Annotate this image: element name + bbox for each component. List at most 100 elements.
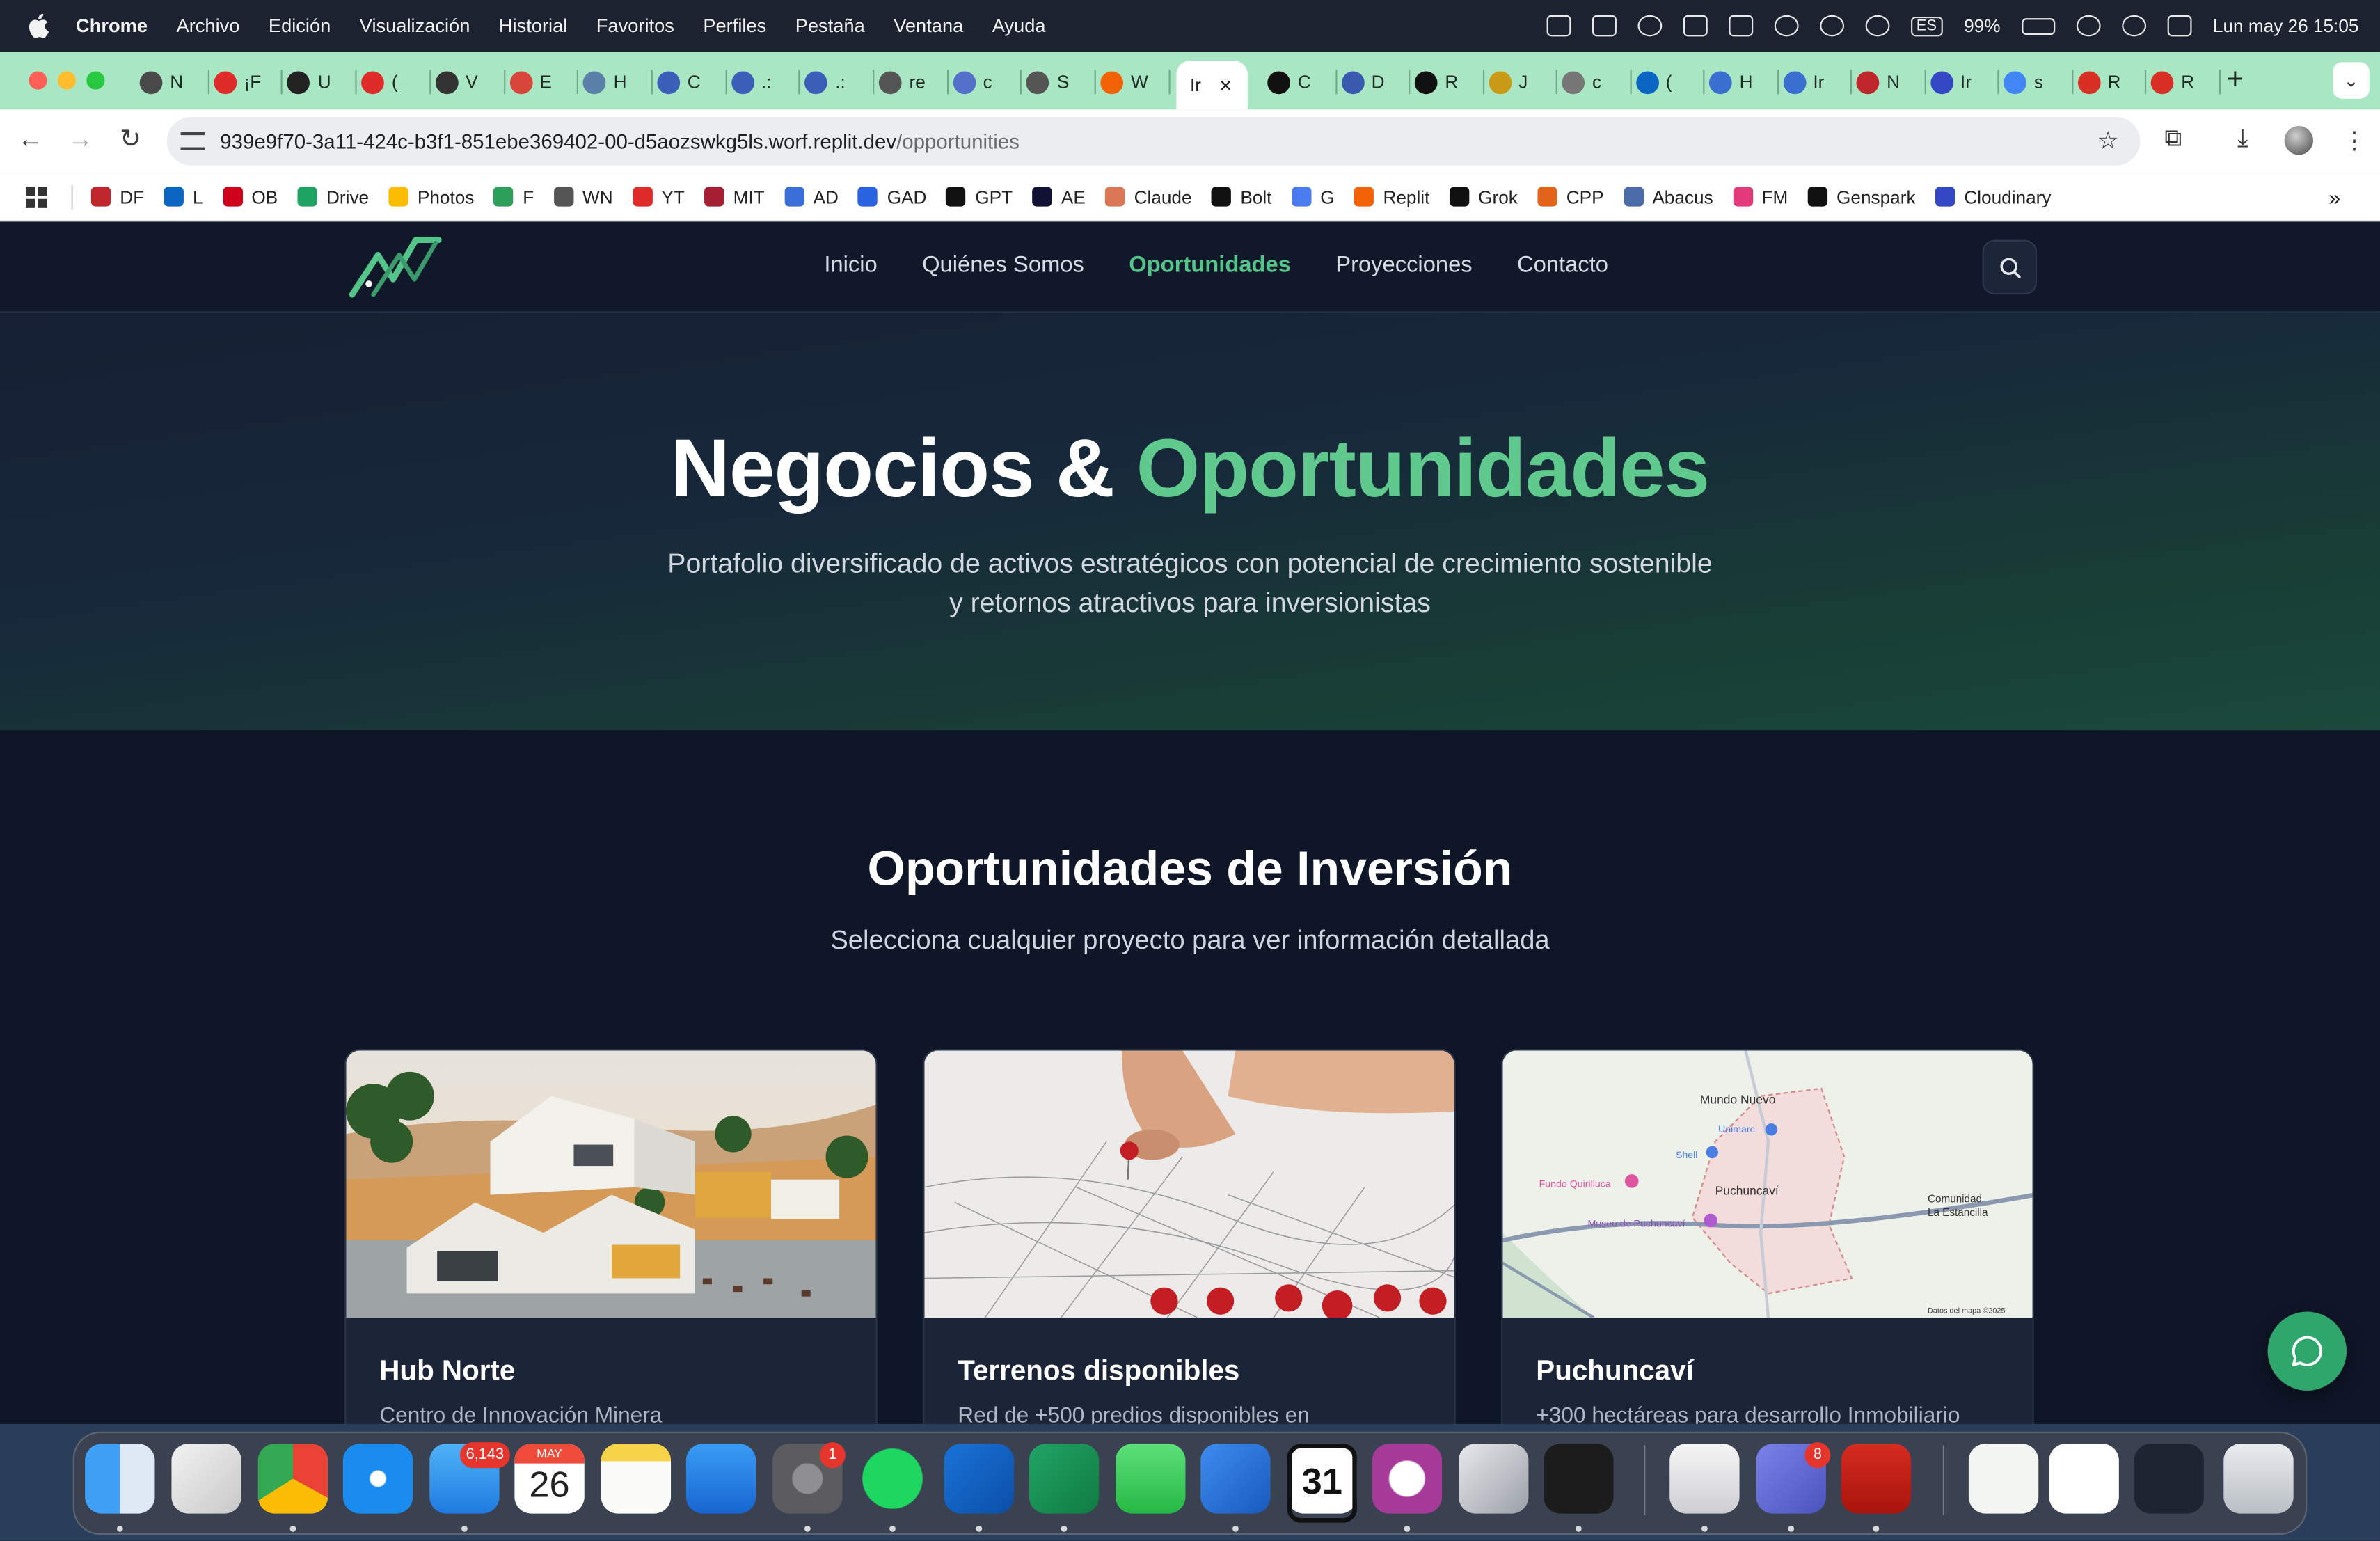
more-menu-icon[interactable]: ⋮: [2342, 126, 2366, 157]
site-info-icon[interactable]: [180, 132, 205, 150]
after-tab-2[interactable]: R: [1414, 61, 1458, 103]
bookmark-photos[interactable]: Photos: [388, 186, 474, 207]
bookmark-abacus[interactable]: Abacus: [1623, 186, 1713, 207]
iphone-mirroring-icon[interactable]: [1459, 1444, 1529, 1514]
screenshots-stack-icon[interactable]: [2134, 1444, 2204, 1514]
active-tab[interactable]: Ir ×: [1176, 61, 1248, 110]
bookmark-gad[interactable]: GAD: [858, 186, 926, 207]
before-tab-1[interactable]: ¡F: [213, 61, 261, 103]
bookmark-cpp[interactable]: CPP: [1537, 186, 1604, 207]
before-tab-2[interactable]: U: [287, 61, 331, 103]
bookmark-wn[interactable]: WN: [553, 186, 613, 207]
after-tab-9[interactable]: Ir: [1930, 61, 1972, 103]
chrome-icon[interactable]: [257, 1444, 328, 1514]
extensions-icon[interactable]: ⧉: [2164, 126, 2182, 153]
replit-icon[interactable]: [1544, 1444, 1614, 1514]
more-bookmarks-icon[interactable]: »: [2329, 184, 2340, 209]
before-tab-3[interactable]: (: [361, 61, 398, 103]
word-icon[interactable]: [1200, 1444, 1271, 1514]
before-tab-7[interactable]: C: [657, 61, 701, 103]
preview-icon[interactable]: [1669, 1444, 1740, 1514]
reload-button[interactable]: ↻: [116, 125, 146, 155]
bookmark-ad[interactable]: AD: [784, 186, 839, 207]
bookmark-star-icon[interactable]: ☆: [2097, 126, 2119, 157]
excel-icon[interactable]: [1029, 1444, 1100, 1514]
menu-visualizacion[interactable]: Visualización: [360, 15, 470, 37]
company-logo[interactable]: [347, 234, 442, 301]
trash-icon[interactable]: [2223, 1444, 2294, 1514]
bookmark-l[interactable]: L: [164, 186, 203, 207]
forward-button[interactable]: →: [65, 125, 96, 155]
back-button[interactable]: ←: [15, 125, 46, 155]
safari-icon[interactable]: [342, 1444, 413, 1514]
after-tab-10[interactable]: s: [2004, 61, 2043, 103]
menu-pestana[interactable]: Pestaña: [795, 15, 865, 37]
downloads-stack-icon[interactable]: [1968, 1444, 2039, 1514]
calendar-icon[interactable]: MAY 26: [514, 1444, 585, 1514]
bookmark-bolt[interactable]: Bolt: [1211, 186, 1271, 207]
after-tab-7[interactable]: Ir: [1782, 61, 1824, 103]
chat-button[interactable]: [2267, 1311, 2347, 1391]
audio-wave-icon[interactable]: [1637, 15, 1662, 37]
bookmark-g[interactable]: G: [1291, 186, 1335, 207]
zoom-window-button[interactable]: [86, 71, 105, 90]
outlook-icon[interactable]: [944, 1444, 1014, 1514]
before-tab-12[interactable]: S: [1026, 61, 1069, 103]
translate-icon[interactable]: [1682, 15, 1707, 37]
after-tab-4[interactable]: c: [1562, 61, 1601, 103]
keynote-icon[interactable]: [685, 1444, 756, 1514]
before-tab-4[interactable]: V: [435, 61, 478, 103]
link-icon[interactable]: [2076, 15, 2101, 37]
play-icon[interactable]: [1773, 15, 1798, 37]
after-tab-1[interactable]: D: [1341, 61, 1385, 103]
after-tab-8[interactable]: N: [1856, 61, 1900, 103]
launchpad-icon[interactable]: [171, 1444, 241, 1514]
bookmark-replit[interactable]: Replit: [1354, 186, 1429, 207]
tab-search-button[interactable]: ⌄: [2333, 62, 2370, 99]
bookmark-df[interactable]: DF: [90, 186, 144, 207]
bookmark-claude[interactable]: Claude: [1105, 186, 1192, 207]
nav-inicio[interactable]: Inicio: [824, 252, 877, 278]
menu-perfiles[interactable]: Perfiles: [703, 15, 766, 37]
nav-proyecciones[interactable]: Proyecciones: [1335, 252, 1472, 278]
after-tab-11[interactable]: R: [2077, 61, 2120, 103]
before-tab-10[interactable]: re: [878, 61, 926, 103]
bookmark-f[interactable]: F: [493, 186, 534, 207]
menu-historial[interactable]: Historial: [499, 15, 567, 37]
before-tab-11[interactable]: c: [953, 61, 992, 103]
finder-icon[interactable]: [85, 1444, 155, 1514]
search-icon[interactable]: [2122, 15, 2146, 37]
close-window-button[interactable]: [29, 71, 47, 90]
menu-app-name[interactable]: Chrome: [76, 15, 148, 37]
apps-grid-icon[interactable]: [26, 186, 47, 207]
after-tab-6[interactable]: H: [1708, 61, 1752, 103]
drive-status-icon[interactable]: [1728, 15, 1753, 37]
nav-oportunidades[interactable]: Oportunidades: [1129, 252, 1291, 278]
bookmark-yt[interactable]: YT: [632, 186, 685, 207]
apple-icon[interactable]: [27, 13, 49, 38]
fantastical-icon[interactable]: 31: [1287, 1444, 1357, 1523]
input-source[interactable]: ES: [1910, 15, 1943, 36]
site-search-button[interactable]: [1982, 239, 2038, 295]
bookmark-drive[interactable]: Drive: [297, 186, 369, 207]
battery-icon[interactable]: [2022, 17, 2056, 35]
before-tab-9[interactable]: .:: [804, 61, 846, 103]
download-icon[interactable]: ⤓: [2237, 126, 2248, 153]
after-tab-12[interactable]: R: [2150, 61, 2194, 103]
bookmark-ob[interactable]: OB: [222, 186, 278, 207]
before-tab-0[interactable]: N: [139, 61, 183, 103]
before-tab-13[interactable]: W: [1100, 61, 1148, 103]
opportunity-card-terrenos[interactable]: Terrenos disponibles Red de +500 predios…: [923, 1049, 1456, 1424]
profile-avatar[interactable]: [2284, 126, 2314, 155]
document-stack-icon[interactable]: [2049, 1444, 2119, 1514]
after-tab-5[interactable]: (: [1635, 61, 1672, 103]
opportunity-card-hub-norte[interactable]: Hub Norte Centro de Innovación Minera: [344, 1049, 878, 1424]
menu-archivo[interactable]: Archivo: [177, 15, 240, 37]
menu-edicion[interactable]: Edición: [269, 15, 331, 37]
menu-favoritos[interactable]: Favoritos: [596, 15, 674, 37]
notes-icon[interactable]: [601, 1444, 672, 1514]
close-tab-icon[interactable]: ×: [1219, 73, 1232, 97]
bookmark-cloudinary[interactable]: Cloudinary: [1935, 186, 2051, 207]
bookmark-grok[interactable]: Grok: [1449, 186, 1518, 207]
new-tab-button[interactable]: +: [2227, 64, 2244, 97]
